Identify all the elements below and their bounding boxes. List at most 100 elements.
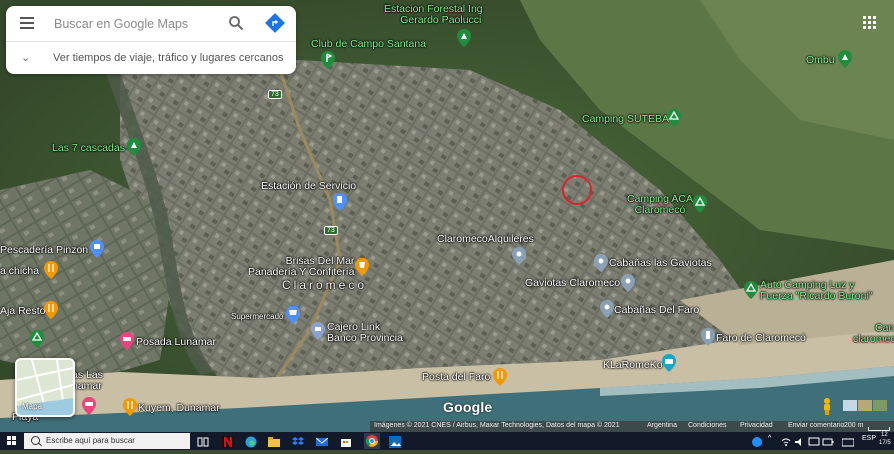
label-camping-aca[interactable]: Camping ACA Claromecó (627, 194, 693, 216)
place-pin-icon[interactable] (621, 274, 635, 292)
privacy-link[interactable]: Privacidad (740, 422, 773, 429)
scale-label[interactable]: 200 m (844, 422, 863, 429)
dropbox-icon[interactable] (292, 435, 304, 447)
help-icon[interactable] (751, 435, 763, 447)
label-camping-suteba[interactable]: Camping SUTEBA (582, 114, 669, 125)
language-indicator[interactable]: ESP (862, 435, 876, 442)
pegman-icon[interactable] (819, 397, 835, 415)
photos-icon[interactable] (389, 435, 401, 448)
task-view-icon[interactable] (197, 435, 209, 447)
terms-link[interactable]: Condiciones (688, 422, 727, 429)
search-icon (31, 436, 40, 445)
netflix-icon[interactable] (222, 435, 234, 448)
restaurant-pin-icon[interactable] (44, 261, 58, 279)
label-gaviotas-claromeco[interactable]: Gaviotas Claromeco (525, 278, 620, 289)
layers-thumbnails[interactable] (843, 400, 889, 411)
label-posta[interactable]: Posta del Faro (422, 372, 490, 383)
hotel-pin-icon[interactable] (120, 332, 134, 350)
display-icon[interactable] (808, 435, 820, 447)
label-estacion-servicio[interactable]: Estación de Servicio (261, 181, 356, 192)
chevron-up-icon[interactable]: ^ (768, 435, 771, 442)
hotel-pin-icon[interactable] (82, 397, 96, 415)
restaurant-pin-icon[interactable] (493, 368, 507, 386)
label-aja-resto[interactable]: Aja Resto (0, 306, 46, 317)
gas-station-pin-icon[interactable] (333, 193, 347, 211)
search-input[interactable] (52, 14, 226, 34)
restaurant-pin-icon[interactable] (44, 301, 58, 319)
network-icon[interactable] (780, 435, 792, 447)
label-claromeco-edge[interactable]: Can claromec (853, 323, 894, 345)
restaurant-pin-icon[interactable] (123, 398, 137, 416)
label-brisas[interactable]: Brisas Del Mar Panadería Y Confitería (248, 256, 354, 278)
label-cabanas-faro[interactable]: Cabañas Del Faro (614, 305, 699, 316)
label-las-lunamar[interactable]: as Las namar (72, 370, 103, 392)
label-cajero[interactable]: Cajero Link Banco Provincia (327, 322, 403, 344)
label-line: claromec (853, 333, 894, 345)
label-chicha[interactable]: a chicha (0, 266, 39, 277)
label-line: Fuerza "Ricardo Buroni" (760, 290, 873, 302)
label-klaromeko[interactable]: KLaRomeKo (603, 360, 663, 371)
label-ombu[interactable]: Ombu (806, 55, 835, 66)
apps-grid-icon[interactable] (863, 16, 877, 30)
landmark-pin-icon[interactable] (701, 328, 715, 346)
park-pin-icon[interactable] (457, 29, 471, 47)
cafe-pin-icon[interactable] (355, 258, 369, 276)
label-line: Banco Provincia (327, 332, 403, 344)
golf-pin-icon[interactable] (321, 51, 335, 69)
label-line: Panadería Y Confitería (248, 266, 355, 278)
label-faro[interactable]: Faro de Claromecó (716, 333, 806, 344)
label-pescaderia[interactable]: Pescadería Pinzon (0, 245, 88, 256)
clock-date[interactable]: 17/5 (879, 440, 891, 446)
shopping-cart-pin-icon[interactable] (286, 306, 300, 324)
camping-pin-edge[interactable] (0, 330, 44, 358)
place-pin-icon[interactable] (594, 254, 608, 272)
chevron-down-icon: ⌄ (21, 52, 31, 64)
layer-thumb[interactable] (873, 400, 887, 411)
label-claromeco-alquileres[interactable]: ClaromecoAlquileres (437, 234, 534, 245)
bank-pin-icon[interactable] (311, 322, 325, 340)
layer-thumb[interactable] (858, 400, 872, 411)
menu-icon[interactable] (20, 17, 34, 29)
shop-pin-icon[interactable] (90, 240, 104, 258)
label-posada[interactable]: Posada Lunamar (136, 337, 216, 348)
battery-icon[interactable] (822, 435, 834, 447)
camping-pin-icon (30, 330, 44, 348)
keyboard-icon[interactable] (841, 435, 855, 447)
feedback-link[interactable]: Enviar comentario (788, 422, 844, 429)
place-pin-icon[interactable] (600, 300, 614, 318)
country-link[interactable]: Argentina (647, 422, 677, 429)
label-kuyem[interactable]: Kuyem, Dunamar (138, 403, 220, 414)
nearby-suggestion[interactable]: ⌄ Ver tiempos de viaje, tráfico y lugare… (6, 42, 296, 74)
label-cabanas-gaviotas[interactable]: Cabañas las Gaviotas (609, 258, 712, 269)
taskbar-search[interactable]: Escribe aquí para buscar (24, 433, 190, 449)
label-line: Claromecó (634, 204, 686, 216)
camera-pin-icon[interactable] (662, 354, 676, 372)
camping-pin-icon[interactable] (693, 195, 707, 213)
label-supermercado[interactable]: Supermercado (231, 311, 283, 322)
map-type-toggle-button[interactable]: Mapa (15, 358, 75, 417)
layer-thumb[interactable] (843, 400, 857, 411)
search-icon[interactable] (228, 15, 244, 31)
park-pin-icon[interactable] (838, 50, 852, 68)
chrome-icon[interactable] (364, 433, 380, 449)
label-auto-camping[interactable]: Auto Camping Luz y Fuerza "Ricardo Buron… (760, 280, 873, 302)
taskbar-search-placeholder: Escribe aquí para buscar (46, 436, 135, 445)
label-estacion-forestal[interactable]: Estacion Forestal Ing Gerardo Paolucci (384, 4, 483, 26)
volume-icon[interactable] (794, 435, 806, 447)
park-pin-icon[interactable] (127, 138, 141, 156)
store-icon[interactable] (340, 435, 352, 447)
place-pin-icon[interactable] (512, 247, 526, 265)
clock-time[interactable]: 12 (881, 432, 888, 438)
label-club-campo[interactable]: Club de Campo Santana (311, 39, 426, 50)
label-siete-cascadas[interactable]: Las 7 cascadas (52, 143, 125, 154)
label-claromeco-town[interactable]: Claromeco (282, 279, 367, 291)
file-explorer-icon[interactable] (268, 435, 280, 447)
mail-icon[interactable] (315, 435, 329, 447)
directions-icon[interactable] (265, 13, 285, 33)
camping-pin-icon[interactable] (667, 109, 681, 127)
label-line: Gerardo Paolucci (400, 14, 482, 26)
camping-pin-icon[interactable] (744, 281, 758, 299)
windows-start-icon[interactable] (7, 436, 17, 446)
windows-taskbar: Escribe aquí para buscar ^ ESP 12 17/5 (0, 432, 894, 450)
edge-icon[interactable] (245, 435, 257, 448)
